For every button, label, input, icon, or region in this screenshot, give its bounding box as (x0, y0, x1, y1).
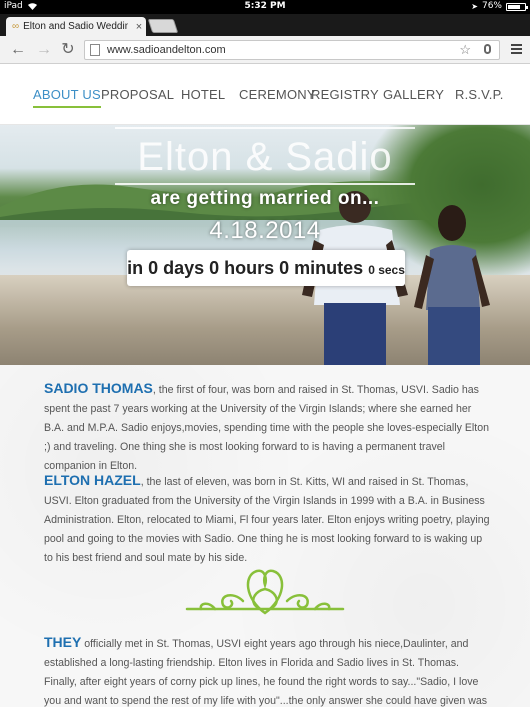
forward-arrow-icon[interactable]: → (34, 40, 54, 60)
countdown-box: in 0 days 0 hours 0 minutes 0 secs (127, 250, 405, 286)
browser-toolbar: ← → ↻ www.sadioandelton.com ☆ (0, 36, 530, 64)
sadio-name: SADIO THOMAS (44, 380, 153, 396)
about-section: SADIO THOMAS, the first of four, was bor… (0, 365, 530, 707)
bookmark-star-icon[interactable]: ☆ (459, 42, 471, 58)
menu-icon[interactable] (511, 44, 522, 54)
page-icon (90, 44, 100, 56)
browser-tab[interactable]: ∞ Elton and Sadio Wedding × (6, 17, 146, 36)
site-nav: ABOUT US PROPOSAL HOTEL CEREMONY REGISTR… (0, 65, 530, 125)
title-rule-top (115, 127, 415, 129)
nav-proposal[interactable]: PROPOSAL (101, 87, 174, 102)
back-arrow-icon[interactable]: ← (8, 40, 28, 60)
nav-hotel[interactable]: HOTEL (181, 87, 225, 102)
they-lead: THEY (44, 634, 82, 650)
status-bar: iPad 5:32 PM ➤ 76% (0, 0, 530, 14)
reload-icon[interactable]: ↻ (58, 40, 78, 60)
url-text[interactable]: www.sadioandelton.com (107, 44, 226, 56)
status-time: 5:32 PM (244, 1, 286, 11)
countdown-secs: 0 secs (368, 263, 405, 277)
battery-icon (506, 2, 528, 11)
sadio-bio: SADIO THOMAS, the first of four, was bor… (44, 379, 490, 476)
battery-percent: 76% (481, 1, 502, 11)
hero-title: Elton & Sadio (137, 135, 393, 179)
nav-rsvp[interactable]: R.S.V.P. (455, 87, 504, 102)
address-bar[interactable]: www.sadioandelton.com ☆ (84, 40, 500, 60)
nav-registry[interactable]: REGISTRY (311, 87, 379, 102)
elton-name: ELTON HAZEL (44, 472, 141, 488)
nav-gallery[interactable]: GALLERY (383, 87, 444, 102)
tab-title: Elton and Sadio Wedding (23, 21, 128, 32)
new-tab-button[interactable] (147, 19, 179, 33)
nav-about-us[interactable]: ABOUT US (33, 87, 101, 108)
elton-bio-text: , the last of eleven, was born in St. Ki… (44, 476, 490, 564)
rings-favicon-icon: ∞ (12, 21, 20, 32)
tab-strip: ∞ Elton and Sadio Wedding × (0, 14, 530, 36)
microphone-icon[interactable] (484, 44, 491, 54)
elton-bio: ELTON HAZEL, the last of eleven, was bor… (44, 471, 490, 568)
heart-ornament-icon (185, 569, 345, 615)
they-story: THEY officially met in St. Thomas, USVI … (44, 633, 490, 707)
location-icon: ➤ (471, 1, 478, 11)
wedding-date: 4.18.2014 (209, 217, 321, 244)
close-tab-icon[interactable]: × (132, 21, 146, 33)
hero-subtitle: are getting married on... (150, 188, 380, 209)
hero-banner: Elton & Sadio are getting married on... … (0, 125, 530, 365)
they-story-text: officially met in St. Thomas, USVI eight… (44, 638, 488, 707)
countdown-main: in 0 days 0 hours 0 minutes (127, 258, 369, 278)
sadio-bio-text: , the first of four, was born and raised… (44, 384, 489, 472)
nav-ceremony[interactable]: CEREMONY (239, 87, 316, 102)
title-rule-bottom (115, 183, 415, 185)
